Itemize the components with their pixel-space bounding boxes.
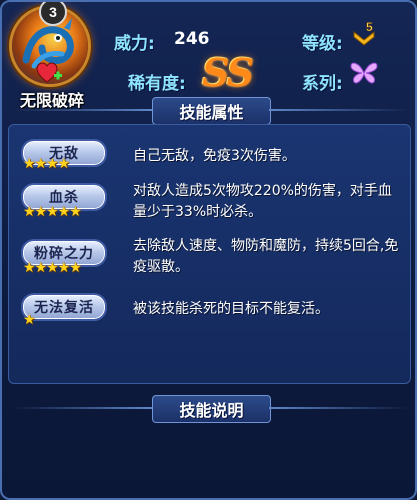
banner-divider <box>12 407 152 409</box>
rarity-value: SS <box>202 50 254 95</box>
skill-description: 自己无敌，免疫3次伤害。 <box>133 148 296 164</box>
grade-value: 5 <box>366 20 373 34</box>
skills-list: 无敌 ★★★★ 自己无敌，免疫3次伤害。 血杀 ★★★★★ 对敌人造成5次物攻2… <box>8 124 411 384</box>
skill-description: 被该技能杀死的目标不能复活。 <box>133 301 329 317</box>
banner-divider <box>269 407 409 409</box>
skill-stars: ★★★★★ <box>23 204 82 220</box>
description-title: 技能说明 <box>152 395 271 423</box>
attributes-banner: 技能属性 <box>2 96 415 125</box>
header: 3 无限破碎 威力: 246 等级: 5 稀有度: SS 系列: <box>2 2 415 110</box>
skill-description: 对敌人造成5次物攻220%的伤害，对手血量少于33%时必杀。 <box>133 183 392 220</box>
banner-divider <box>12 109 152 111</box>
series-label: 系列: <box>302 74 343 94</box>
description-banner: 技能说明 <box>2 394 415 423</box>
grade-label: 等级: <box>302 34 343 54</box>
power-value: 246 <box>174 29 210 49</box>
skill-info-panel: 3 无限破碎 威力: 246 等级: 5 稀有度: SS 系列: 技能属性 无敌… <box>0 0 417 500</box>
attributes-title: 技能属性 <box>152 97 271 125</box>
banner-divider <box>269 109 409 111</box>
butterfly-icon <box>350 62 378 84</box>
power-label: 威力: <box>114 34 155 54</box>
skill-stars: ★ <box>23 312 36 328</box>
heart-plus-icon <box>36 62 62 83</box>
skill-stars: ★★★★ <box>23 156 70 172</box>
skill-stars: ★★★★★ <box>23 260 82 276</box>
grade-chevron-icon: 5 <box>353 20 375 46</box>
rarity-label: 稀有度: <box>128 74 186 94</box>
skill-description: 去除敌人速度、物防和魔防，持续5回合,免疫驱散。 <box>133 238 399 275</box>
